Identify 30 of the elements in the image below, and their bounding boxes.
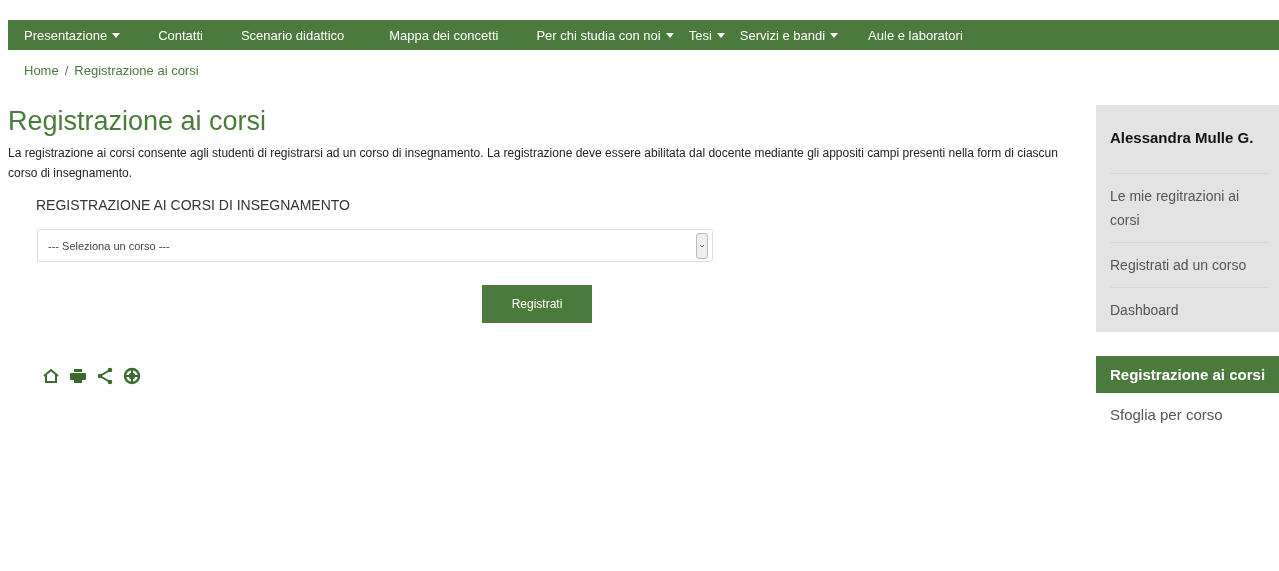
sidebar-menu-item[interactable]: Registrati ad un corso — [1110, 242, 1269, 287]
nav-link[interactable]: Presentazione — [24, 27, 121, 43]
caret-icon — [830, 32, 839, 38]
nav-link[interactable]: Per chi studia con noi — [536, 27, 674, 43]
page-title: Registrazione ai corsi — [8, 106, 268, 137]
nav-link[interactable]: Tesi — [688, 27, 725, 43]
course-select[interactable]: --- Seleziona un corso --- — [37, 229, 713, 262]
sidebar-menu-item[interactable]: Le mie regitrazioni ai corsi — [1110, 173, 1269, 242]
register-button[interactable]: Registrati — [482, 285, 592, 323]
breadcrumb-link[interactable]: Home — [24, 63, 59, 78]
breadcrumb-link[interactable]: Registrazione ai corsi — [74, 63, 199, 78]
lifebuoy-icon[interactable] — [123, 367, 141, 385]
sidebar-link[interactable]: Registrazione ai corsi — [1096, 356, 1279, 393]
nav-link[interactable]: Contatti — [158, 27, 203, 43]
home-icon[interactable] — [42, 367, 60, 385]
page-description: La registrazione ai corsi consente agli studenti di registrarsi ad un corso di insegnamento. La registrazione deve essere abilitata dal docente mediante gli appositi campi presenti nella form di ciascun corso di insegnamento. — [8, 145, 1059, 182]
nav-link[interactable]: Scenario didattico — [240, 27, 345, 43]
caret-icon — [665, 32, 674, 38]
user-name: Alessandra Mulle G. — [1110, 128, 1255, 148]
share-icon[interactable] — [96, 367, 114, 385]
form-heading: REGISTRAZIONE AI CORSI DI INSEGNAMENTO — [36, 197, 351, 213]
nav-link[interactable]: Aule e laboratori — [868, 27, 963, 43]
caret-icon — [716, 32, 725, 38]
print-icon[interactable] — [69, 367, 87, 385]
nav-link[interactable]: Mappa dei concetti — [389, 27, 499, 43]
breadcrumb-separator: / — [64, 63, 69, 78]
sidebar-link[interactable]: Sfoglia per corso — [1096, 401, 1279, 428]
sidebar-menu-item[interactable]: Dashboard — [1110, 287, 1269, 332]
caret-icon — [112, 32, 121, 38]
nav-link[interactable]: Servizi e bandi — [739, 27, 839, 43]
